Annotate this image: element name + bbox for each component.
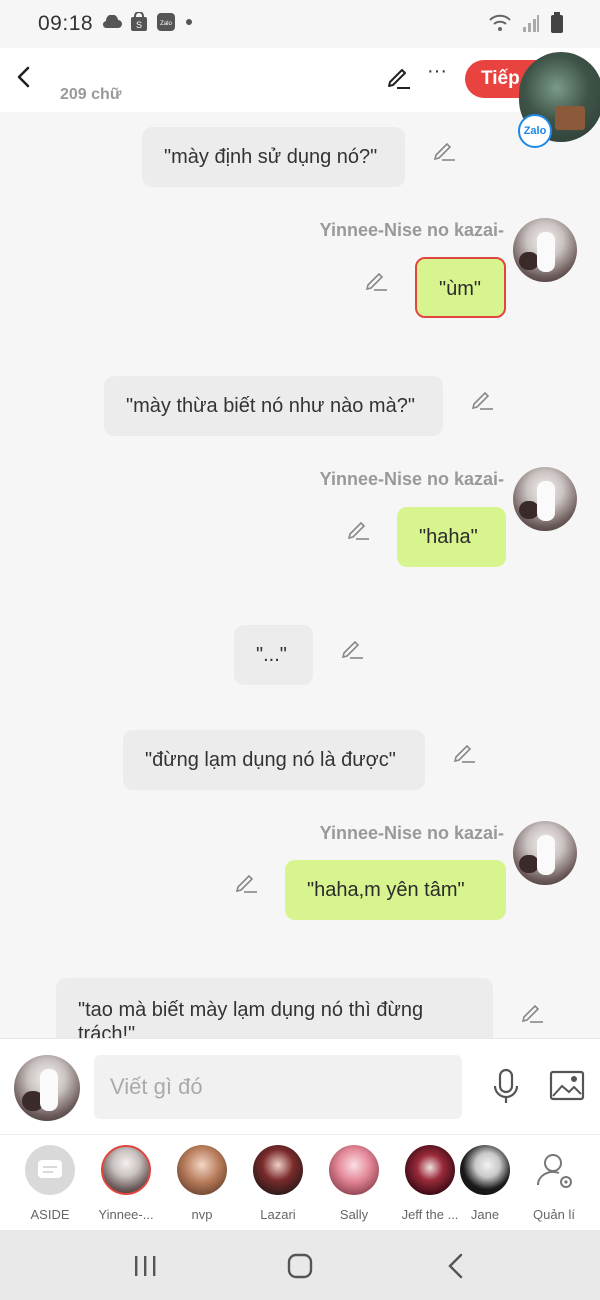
wifi-icon	[489, 14, 511, 31]
character-name: nvp	[191, 1207, 213, 1222]
manage-characters-button[interactable]: Quản lí	[518, 1145, 590, 1222]
manage-icon	[529, 1145, 579, 1195]
svg-text:Zalo: Zalo	[160, 21, 172, 27]
edit-message-icon[interactable]	[520, 1000, 544, 1024]
signal-icon	[523, 15, 539, 32]
sender-avatar	[513, 218, 577, 282]
status-right-icons	[488, 12, 564, 34]
character-aside[interactable]: ASIDE	[14, 1145, 86, 1222]
status-left-icons: S Zalo	[102, 12, 194, 32]
character-name: Lazari	[260, 1207, 296, 1222]
chat-area[interactable]: "mày định sử dụng nó?" Yinnee-Nise no ka…	[0, 112, 600, 1038]
edit-message-icon[interactable]	[340, 636, 364, 660]
character-picker: ASIDE Yinnee-... nvp Lazari Sally Jeff t…	[0, 1134, 600, 1230]
character-name: Jane	[470, 1207, 500, 1222]
character-avatar	[405, 1145, 455, 1195]
image-icon[interactable]	[549, 1069, 585, 1103]
word-count: 209 chữ	[60, 86, 122, 103]
character-name: Yinnee-...	[98, 1207, 154, 1222]
character-name: ASIDE	[30, 1207, 70, 1222]
character-name: Sally	[339, 1207, 369, 1222]
message-bubble-selected[interactable]: "ùm"	[415, 257, 506, 318]
character-avatar	[460, 1145, 510, 1195]
shopee-icon: S	[131, 12, 147, 31]
composer-bar	[0, 1038, 600, 1134]
edit-message-icon[interactable]	[364, 268, 388, 292]
recent-apps-icon[interactable]	[130, 1252, 160, 1280]
character-avatar	[253, 1145, 303, 1195]
edit-icon[interactable]	[384, 62, 412, 90]
microphone-icon[interactable]	[490, 1067, 522, 1107]
character-avatar	[329, 1145, 379, 1195]
character-sally[interactable]: Sally	[318, 1145, 390, 1222]
character-avatar	[101, 1145, 151, 1195]
current-character-avatar[interactable]	[14, 1055, 80, 1121]
edit-message-icon[interactable]	[234, 870, 258, 894]
message-bubble[interactable]: "haha"	[397, 507, 506, 567]
message-bubble[interactable]: "haha,m yên tâm"	[285, 860, 506, 920]
message-bubble[interactable]: "tao mà biết mày lạm dụng nó thì đừng tr…	[56, 978, 493, 1038]
battery-icon	[551, 12, 563, 33]
edit-message-icon[interactable]	[470, 387, 494, 411]
message-bubble[interactable]: "đừng lạm dụng nó là được"	[123, 730, 425, 790]
character-nvp[interactable]: nvp	[166, 1145, 238, 1222]
message-bubble[interactable]: "mày thừa biết nó như nào mà?"	[104, 376, 443, 436]
status-bar: 09:18 S Zalo	[0, 0, 600, 48]
home-icon[interactable]	[285, 1252, 315, 1280]
back-button[interactable]	[10, 62, 38, 92]
edit-message-icon[interactable]	[346, 517, 370, 541]
message-input[interactable]	[94, 1055, 462, 1119]
edit-message-icon[interactable]	[432, 138, 456, 162]
character-lazari[interactable]: Lazari	[242, 1145, 314, 1222]
sender-name: Yinnee-Nise no kazai-	[319, 220, 504, 240]
cloud-icon	[103, 15, 122, 29]
sender-avatar	[513, 821, 577, 885]
sender-name: Yinnee-Nise no kazai-	[319, 469, 504, 489]
system-nav-bar	[0, 1230, 600, 1300]
top-header: 209 chữ ··· Tiếp	[0, 48, 600, 112]
character-name: Quản lí	[533, 1207, 575, 1222]
sender-avatar	[513, 467, 577, 531]
edit-message-icon[interactable]	[452, 740, 476, 764]
sender-name: Yinnee-Nise no kazai-	[319, 823, 504, 843]
character-jane[interactable]: Jane	[456, 1145, 514, 1222]
message-bubble[interactable]: "..."	[234, 625, 313, 685]
message-bubble[interactable]: "mày định sử dụng nó?"	[142, 127, 405, 187]
dot-icon	[186, 19, 192, 25]
aside-avatar	[25, 1145, 75, 1195]
more-options-button[interactable]: ···	[424, 61, 450, 84]
chat-bubble-icon	[38, 1160, 62, 1178]
zalo-icon: Zalo	[157, 13, 175, 31]
character-yinnee[interactable]: Yinnee-...	[90, 1145, 162, 1222]
back-nav-icon[interactable]	[441, 1252, 471, 1280]
status-time: 09:18	[38, 12, 94, 35]
svg-text:S: S	[136, 20, 142, 30]
character-avatar	[177, 1145, 227, 1195]
